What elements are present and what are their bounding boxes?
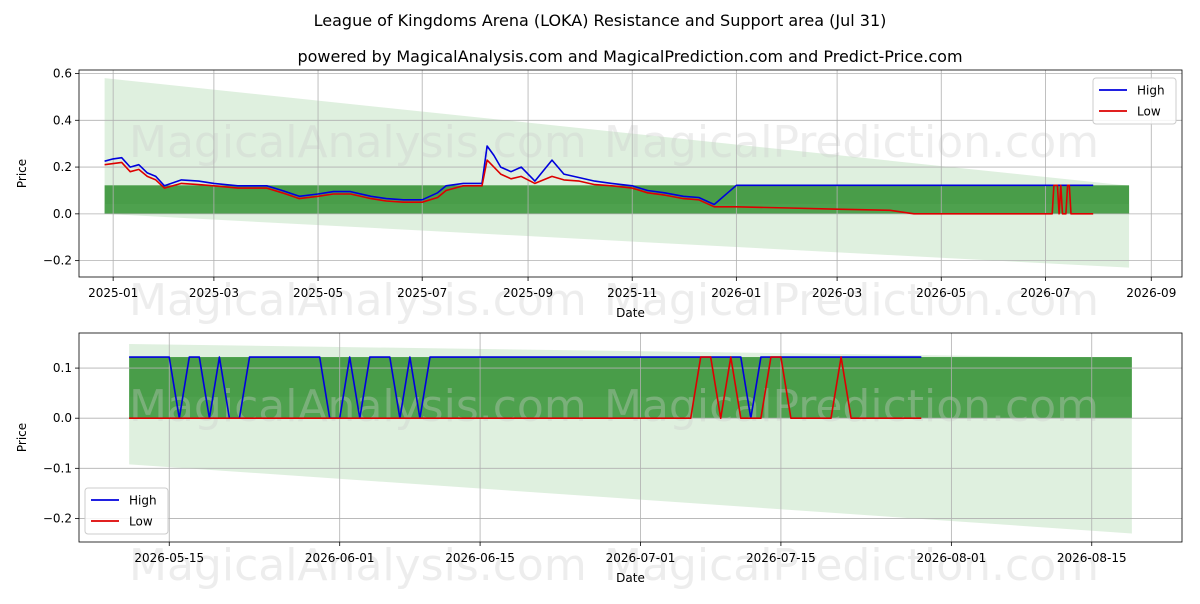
watermark: MagicalPrediction.com — [604, 381, 1099, 432]
x-tick-label: 2026-06-01 — [305, 551, 375, 565]
x-tick-label: 2025-09 — [503, 286, 553, 300]
x-tick-label: 2026-06-15 — [445, 551, 515, 565]
y-tick-label: −0.2 — [43, 254, 72, 268]
watermark: MagicalAnalysis.com — [129, 540, 587, 591]
y-tick-label: −0.2 — [43, 511, 72, 525]
x-tick-label: 2026-07-01 — [606, 551, 676, 565]
x-axis-label: Date — [616, 306, 645, 320]
y-tick-label: 0.0 — [53, 207, 72, 221]
chart-subtitle: powered by MagicalAnalysis.com and Magic… — [297, 47, 962, 66]
x-tick-label: 2025-01 — [88, 286, 138, 300]
bottom-price-chart: MagicalAnalysis.com MagicalPrediction.com… — [15, 332, 1183, 591]
top-price-chart: MagicalAnalysis.com MagicalPrediction.com… — [15, 67, 1183, 326]
chart-title: League of Kingdoms Arena (LOKA) Resistan… — [314, 11, 887, 30]
figure: League of Kingdoms Arena (LOKA) Resistan… — [15, 11, 1183, 591]
x-axis-label: Date — [616, 571, 645, 585]
x-tick-label: 2025-05 — [293, 286, 343, 300]
watermark: MagicalAnalysis.com — [129, 275, 587, 326]
watermark: MagicalPrediction.com — [604, 540, 1099, 591]
x-tick-label: 2026-08-01 — [916, 551, 986, 565]
y-axis-label: Price — [15, 423, 29, 452]
legend-label-low: Low — [129, 515, 153, 529]
y-tick-label: 0.1 — [53, 361, 72, 375]
y-tick-label: −0.1 — [43, 461, 72, 475]
x-tick-label: 2025-11 — [607, 286, 657, 300]
y-tick-label: 0.4 — [53, 113, 72, 127]
support-inner-band — [104, 203, 1130, 214]
watermark: MagicalAnalysis.com — [129, 117, 587, 168]
x-tick-label: 2026-05-15 — [134, 551, 204, 565]
legend-label-high: High — [129, 494, 157, 508]
y-tick-label: 0.2 — [53, 160, 72, 174]
watermark: MagicalPrediction.com — [604, 275, 1099, 326]
x-tick-label: 2026-05 — [916, 286, 966, 300]
x-tick-label: 2026-01 — [711, 286, 761, 300]
y-tick-label: 0.0 — [53, 411, 72, 425]
x-tick-label: 2026-03 — [812, 286, 862, 300]
x-tick-label: 2025-07 — [397, 286, 447, 300]
forecast-cone-area — [104, 78, 1130, 268]
legend-label-low: Low — [1137, 105, 1161, 119]
y-tick-label: 0.6 — [53, 67, 72, 81]
x-tick-label: 2026-07-15 — [746, 551, 816, 565]
x-tick-label: 2025-03 — [189, 286, 239, 300]
x-tick-label: 2026-08-15 — [1057, 551, 1127, 565]
x-tick-label: 2026-07 — [1020, 286, 1070, 300]
legend-label-high: High — [1137, 84, 1165, 98]
x-tick-label: 2026-09 — [1126, 286, 1176, 300]
watermark: MagicalPrediction.com — [604, 117, 1099, 168]
y-axis-label: Price — [15, 159, 29, 188]
